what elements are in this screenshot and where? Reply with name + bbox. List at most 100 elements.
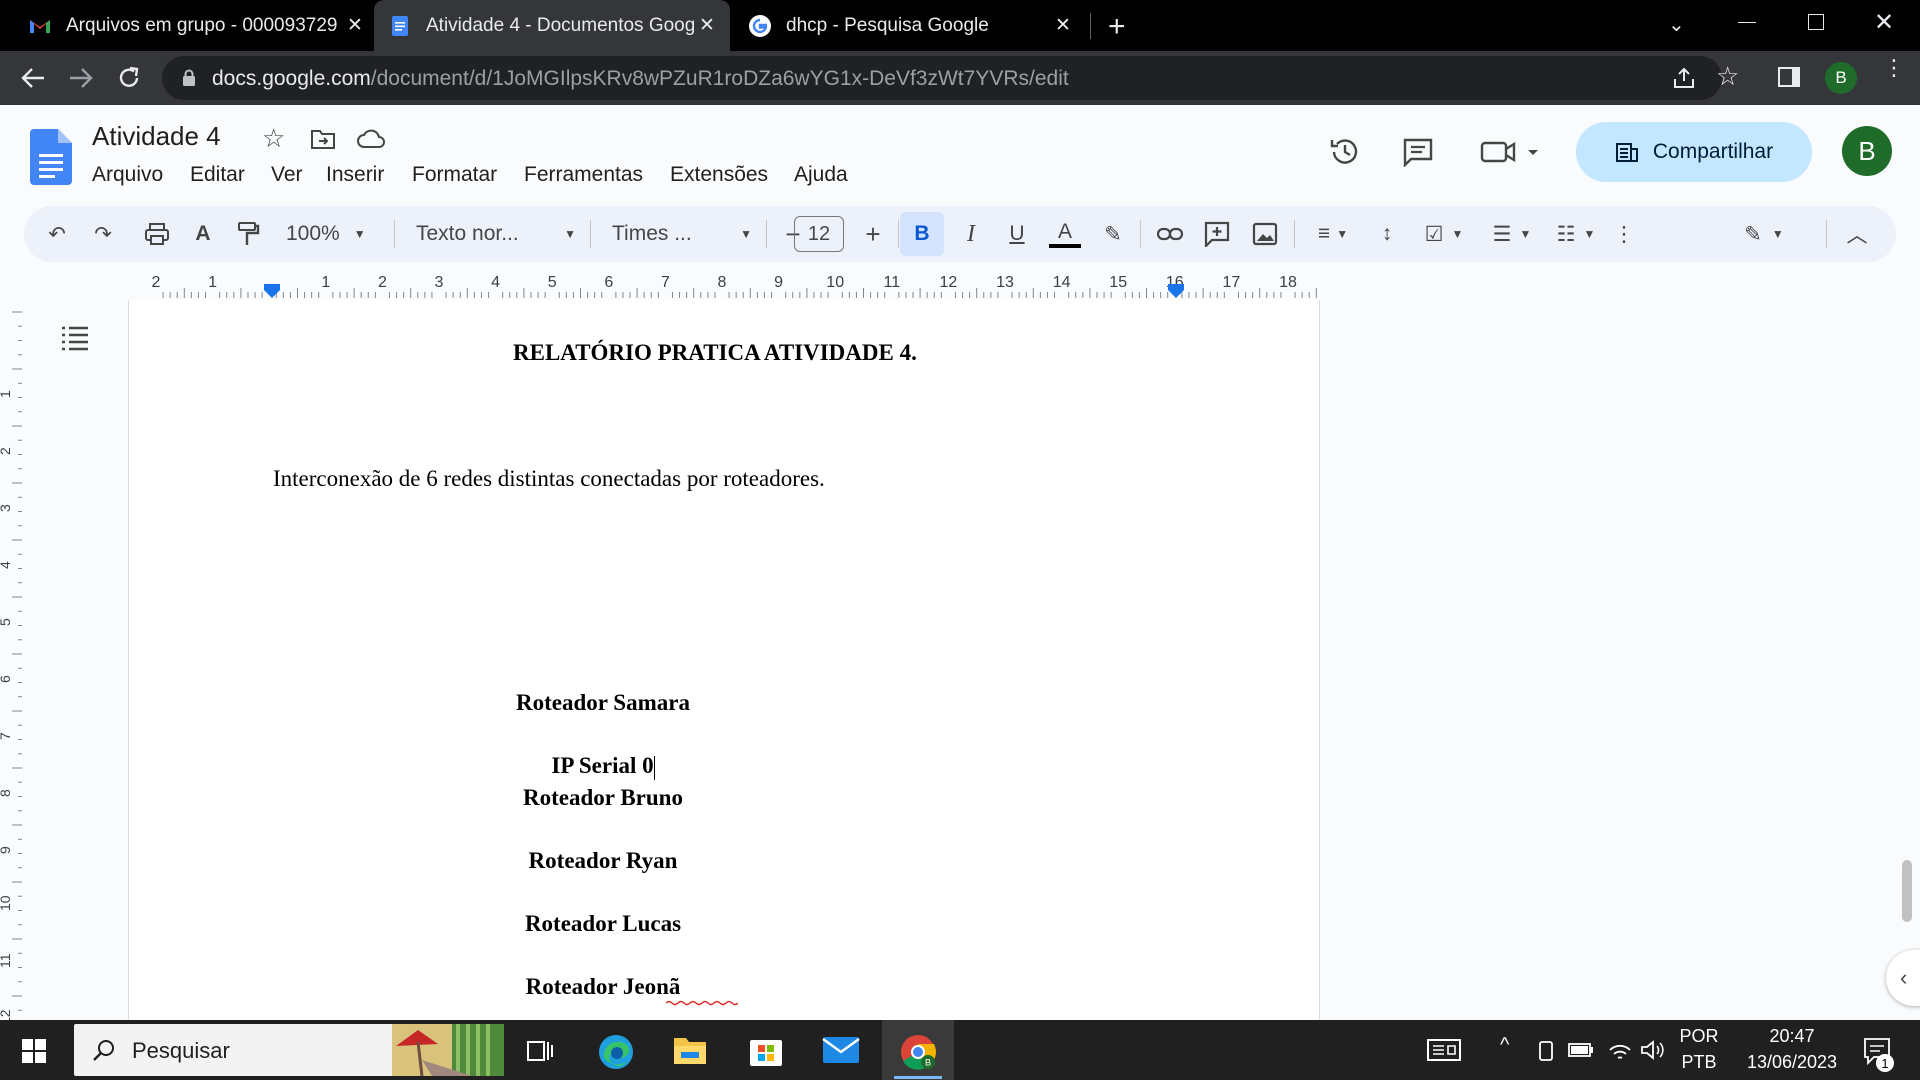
numbered-list-select[interactable]: ☷ ▼ [1548,216,1604,252]
input-language-top[interactable]: POR [1674,1026,1724,1047]
vertical-scrollbar-thumb[interactable] [1902,860,1912,922]
comments-icon[interactable] [1402,137,1434,167]
link-icon[interactable] [1156,224,1184,244]
zoom-select[interactable]: 100% ▼ [286,216,366,252]
task-view-icon[interactable] [526,1038,554,1064]
profile-avatar[interactable]: B [1825,62,1857,94]
menu-ver[interactable]: Ver [271,163,303,187]
version-history-icon[interactable] [1328,135,1362,169]
add-comment-icon[interactable] [1204,221,1230,247]
bold-button[interactable]: B [900,212,944,256]
menu-editar[interactable]: Editar [190,163,245,187]
bulleted-list-select[interactable]: ☰ ▼ [1484,216,1540,252]
document-line[interactable]: Roteador Ryan [353,848,853,874]
docs-logo-icon[interactable] [30,129,72,185]
wifi-icon[interactable] [1608,1038,1632,1062]
increase-font-size-button[interactable]: + [860,216,886,252]
share-label: Compartilhar [1652,140,1774,163]
more-options-icon[interactable]: ⋮ [1614,216,1635,252]
style-select[interactable]: Texto nor... ▼ [416,216,576,252]
ruler-label: 13 [996,274,1014,291]
new-tab-button[interactable]: + [1108,10,1126,44]
cloud-status-icon[interactable] [356,129,386,149]
share-button[interactable]: Compartilhar [1576,122,1812,182]
account-avatar[interactable]: B [1842,126,1892,176]
star-icon[interactable]: ☆ [262,123,285,154]
redo-icon[interactable]: ↷ [90,216,116,252]
tray-overflow-chevron-up-icon[interactable]: ^ [1500,1034,1509,1057]
document-line[interactable]: IP Serial 0 [353,753,853,780]
highlight-pen-icon[interactable]: ✎ [1098,216,1128,252]
spellcheck-icon[interactable]: A [190,216,216,252]
forward-icon[interactable] [68,66,94,90]
browser-menu-icon[interactable]: ⋮ [1883,57,1905,79]
browser-tab-google[interactable]: dhcp - Pesquisa Google ✕ [736,0,1084,51]
clock-time[interactable]: 20:47 [1732,1026,1852,1047]
underline-button[interactable]: U [1002,216,1032,252]
print-icon[interactable] [144,222,170,246]
browser-tab-gmail[interactable]: Arquivos em grupo - 000093729 ✕ [0,0,368,51]
font-select[interactable]: Times ... ▼ [612,216,752,252]
document-paragraph[interactable]: Interconexão de 6 redes distintas conect… [273,466,825,492]
restore-button[interactable] [1808,14,1824,30]
meet-icon[interactable] [1480,137,1540,167]
edge-browser-icon[interactable] [596,1032,636,1072]
side-panel-toggle-chevron-left-icon[interactable]: ‹ [1886,950,1920,1006]
document-title[interactable]: Atividade 4 [92,121,221,152]
close-icon[interactable]: ✕ [694,13,720,39]
side-panel-icon[interactable] [1778,67,1800,87]
undo-icon[interactable]: ↶ [44,216,70,252]
document-page[interactable]: RELATÓRIO PRATICA ATIVIDADE 4. Intercone… [128,300,1320,1020]
address-bar[interactable]: docs.google.com/document/d/1JoMGIlpsKRv8… [162,56,1722,100]
text-color-button[interactable]: A [1048,216,1082,252]
document-line[interactable]: Roteador Samara [353,690,853,716]
news-widget-icon[interactable] [1426,1038,1462,1062]
file-explorer-icon[interactable] [672,1034,708,1066]
close-icon[interactable]: ✕ [1050,13,1076,39]
paint-format-icon[interactable] [236,221,260,247]
search-placeholder: Pesquisar [132,1038,230,1063]
document-outline-icon[interactable] [60,325,90,351]
document-line[interactable]: Roteador Lucas [353,911,853,937]
close-icon[interactable]: ✕ [342,13,368,39]
menu-ferramentas[interactable]: Ferramentas [524,163,643,187]
menu-formatar[interactable]: Formatar [412,163,497,187]
microsoft-store-icon[interactable] [748,1032,784,1068]
italic-button[interactable]: I [956,216,986,252]
menu-extensoes[interactable]: Extensões [670,163,768,187]
editing-mode-select[interactable]: ✎ ▼ [1734,216,1794,252]
document-heading[interactable]: RELATÓRIO PRATICA ATIVIDADE 4. [513,340,917,366]
horizontal-ruler[interactable]: 2 1 1 2 3 4 5 6 7 8 9 10 11 12 13 14 15 16 17 18 [128,270,1320,298]
mail-icon[interactable] [822,1036,860,1064]
volume-icon[interactable] [1640,1038,1666,1062]
taskbar-chrome-button[interactable]: B [882,1020,954,1080]
line-spacing-icon[interactable]: ↕ [1372,216,1402,252]
align-select[interactable]: ≡ ▼ [1308,216,1358,252]
battery-icon[interactable] [1568,1042,1594,1058]
docs-icon [392,15,408,36]
document-line[interactable]: Roteador Jeonã [353,974,853,1000]
bookmark-star-icon[interactable]: ☆ [1716,61,1739,92]
tab-search-icon[interactable]: ⌄ [1668,12,1685,37]
menu-inserir[interactable]: Inserir [326,163,384,187]
taskbar-search-box[interactable]: Pesquisar [74,1024,504,1076]
close-window-button[interactable]: ✕ [1874,8,1894,37]
lock-icon[interactable] [182,69,196,87]
document-line[interactable]: Roteador Bruno [353,785,853,811]
share-page-icon[interactable] [1672,67,1696,89]
device-icon[interactable] [1536,1040,1556,1062]
menu-ajuda[interactable]: Ajuda [794,163,848,187]
back-icon[interactable] [20,66,46,90]
font-size-input[interactable]: 12 [794,216,844,252]
move-folder-icon[interactable] [310,128,336,150]
clock-date[interactable]: 13/06/2023 [1732,1052,1852,1073]
menu-arquivo[interactable]: Arquivo [92,163,163,187]
insert-image-icon[interactable] [1252,222,1278,246]
browser-tab-docs[interactable]: Atividade 4 - Documentos Googl ✕ [374,0,730,51]
checklist-select[interactable]: ☑ ▼ [1416,216,1472,252]
input-language-bottom[interactable]: PTB [1674,1052,1724,1073]
minimize-button[interactable] [1738,22,1756,23]
reload-icon[interactable] [116,65,142,91]
hide-menus-chevron-up-icon[interactable]: ︿ [1842,216,1872,252]
windows-start-icon[interactable] [22,1039,46,1063]
